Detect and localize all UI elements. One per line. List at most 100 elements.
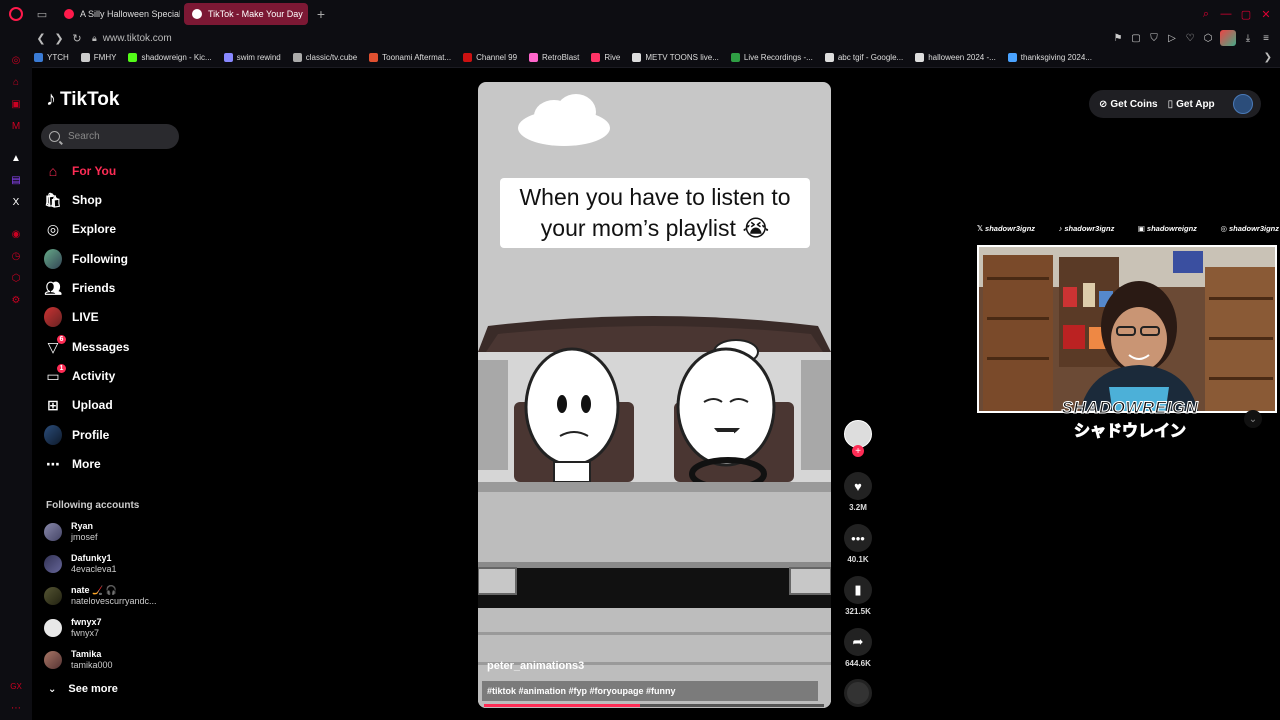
video-username[interactable]: peter_animations3 — [487, 660, 584, 672]
bookmark-label: abc tgif - Google... — [837, 53, 904, 62]
tab-tiktok[interactable]: TikTok - Make Your Day — [184, 3, 308, 25]
bookmark-item[interactable]: thanksgiving 2024... — [1007, 53, 1092, 62]
following-account[interactable]: fwnyx7 fwnyx7 — [44, 617, 102, 639]
bookmarks-more-icon[interactable]: ❯ — [1264, 52, 1272, 63]
nav-shop[interactable]: 🛍︎ Shop — [44, 189, 102, 211]
video-progress-bar[interactable] — [484, 704, 824, 707]
tab-title: TikTok - Make Your Day — [208, 9, 303, 19]
close-icon[interactable]: ✕ — [1258, 6, 1274, 22]
opera-logo[interactable] — [0, 0, 32, 28]
account-name: Tamika — [71, 649, 102, 659]
tab-menu-icon[interactable]: ▭ — [32, 0, 52, 28]
avatar — [44, 555, 62, 573]
nav-friends[interactable]: 👥︎ Friends — [44, 277, 115, 299]
bookmark-item[interactable]: abc tgif - Google... — [824, 53, 904, 62]
creator-avatar[interactable] — [844, 420, 872, 448]
bookmark-item[interactable]: Channel 99 — [463, 53, 517, 62]
social-tiktok: ♪ shadowr3ignz — [1059, 224, 1115, 233]
tiktok-logo[interactable]: ♪ TikTok — [46, 88, 119, 111]
extensions-icon[interactable]: ⬡ — [10, 272, 22, 284]
search-box[interactable] — [41, 124, 179, 149]
extension-avatar[interactable] — [1220, 30, 1236, 46]
history-icon[interactable]: ◷ — [10, 250, 22, 262]
player-icon[interactable]: ▷ — [1166, 32, 1178, 44]
nav-live[interactable]: LIVE — [44, 306, 99, 328]
following-account[interactable]: Ryan jmosef — [44, 521, 98, 543]
get-app-button[interactable]: ▯ Get App — [1168, 99, 1215, 110]
pin-icon[interactable]: ⚑ — [1112, 32, 1124, 44]
messenger-icon[interactable]: ▣ — [10, 98, 22, 110]
profile-avatar[interactable] — [1232, 94, 1253, 114]
forward-button[interactable]: ❯ — [50, 29, 68, 47]
more-icon[interactable]: ⋯ — [10, 702, 22, 714]
gx-icon[interactable]: GX — [10, 680, 22, 692]
bookmark-label: Toonami Aftermat... — [382, 53, 452, 62]
workspace-icon[interactable]: ⌂ — [10, 76, 22, 88]
minimize-icon[interactable]: — — [1218, 6, 1234, 22]
extensions-icon[interactable]: ⬡ — [1202, 32, 1214, 44]
following-account[interactable]: Tamika tamika000 — [44, 649, 113, 671]
nav-profile[interactable]: Profile — [44, 424, 109, 446]
home-icon: ⌂ — [48, 163, 58, 179]
comment-button[interactable]: ••• 40.1K — [842, 524, 874, 564]
nav-activity[interactable]: ▭ 1 Activity — [44, 364, 115, 387]
bookmark-item[interactable]: RetroBlast — [529, 53, 579, 62]
bookmark-item[interactable]: YTCH — [34, 53, 69, 62]
bookmark-item[interactable]: Live Recordings -... — [730, 53, 813, 62]
bookmark-item[interactable]: swim rewind — [223, 53, 281, 62]
shield-icon[interactable]: ⛉ — [1148, 32, 1160, 44]
chevron-down-icon[interactable]: ⌄ — [1244, 410, 1262, 428]
save-button[interactable]: ▮ 321.5K — [842, 576, 874, 616]
settings-icon[interactable]: ⚙ — [10, 294, 22, 306]
x-icon[interactable]: X — [10, 196, 22, 208]
bookmark-label: thanksgiving 2024... — [1020, 53, 1092, 62]
bookmark-item[interactable]: Rive — [591, 53, 620, 62]
bookmark-item[interactable]: shadowreign - Kic... — [128, 53, 212, 62]
bookmark-item[interactable]: classic/tv.cube — [292, 53, 357, 62]
following-account[interactable]: Dafunky1 4evacleva1 — [44, 553, 117, 575]
bookmark-item[interactable]: FMHY — [80, 53, 116, 62]
snapshot-icon[interactable]: ▢ — [1130, 32, 1142, 44]
get-coins-button[interactable]: ⊘ Get Coins — [1099, 99, 1158, 110]
follow-plus-button[interactable]: + — [852, 445, 864, 457]
bookmark-label: halloween 2024 -... — [928, 53, 996, 62]
twitch-icon[interactable]: ▤ — [10, 174, 22, 186]
menu-icon[interactable]: ≡ — [1260, 32, 1272, 44]
url-text: www.tiktok.com — [102, 32, 172, 44]
video-caption: When you have to listen to your mom’s pl… — [500, 178, 810, 248]
gmail-icon[interactable]: M — [10, 120, 22, 132]
tab-halloween[interactable]: A Silly Halloween Special — [56, 3, 180, 25]
nav-upload[interactable]: ⊞ Upload — [44, 394, 113, 416]
reload-button[interactable]: ↻ — [68, 29, 86, 47]
bookmark-item[interactable]: halloween 2024 -... — [915, 53, 996, 62]
download-icon[interactable]: ⤓ — [1242, 32, 1254, 44]
comment-icon: ••• — [844, 524, 872, 552]
new-tab-button[interactable]: + — [312, 5, 330, 23]
app-a-icon[interactable]: ▲ — [10, 152, 22, 164]
bookmark-item[interactable]: METV TOONS live... — [632, 53, 719, 62]
streamer-name-japanese: シャドウレイン — [1073, 423, 1186, 441]
nav-messages[interactable]: ▽ 6 Messages — [44, 335, 129, 358]
nav-for-you[interactable]: ⌂ For You — [44, 160, 116, 182]
search-tabs-icon[interactable]: ⌕ — [1198, 6, 1214, 22]
maximize-icon[interactable]: ▢ — [1238, 6, 1254, 22]
video-player[interactable]: When you have to listen to your mom’s pl… — [478, 82, 831, 708]
see-more-button[interactable]: ⌄ See more — [48, 683, 118, 695]
following-account[interactable]: nate 🏒 🎧 natelovescurryandc... — [44, 585, 157, 607]
social-handle: shadowr3ignz — [1228, 224, 1279, 233]
nav-explore[interactable]: ◎ Explore — [44, 218, 116, 240]
bookmark-item[interactable]: Toonami Aftermat... — [369, 53, 451, 62]
url-field[interactable]: 🔒︎ www.tiktok.com — [92, 33, 172, 44]
music-disc-icon[interactable] — [844, 679, 872, 707]
nav-following[interactable]: Following — [44, 248, 128, 270]
heart-icon[interactable]: ♡ — [1184, 32, 1196, 44]
like-button[interactable]: ♥ 3.2M — [842, 472, 874, 512]
nav-more[interactable]: ⋯ More — [44, 453, 101, 475]
back-button[interactable]: ❮ — [32, 29, 50, 47]
video-hashtags[interactable]: #tiktok #animation #fyp #foryoupage #fun… — [482, 681, 818, 701]
aria-icon[interactable]: ◎ — [10, 54, 22, 66]
address-bar: ❮ ❯ ↻ 🔒︎ www.tiktok.com — [0, 28, 1280, 48]
player-icon[interactable]: ◉ — [10, 228, 22, 240]
share-button[interactable]: ➦ 644.6K — [842, 628, 874, 668]
search-input[interactable] — [68, 131, 168, 142]
